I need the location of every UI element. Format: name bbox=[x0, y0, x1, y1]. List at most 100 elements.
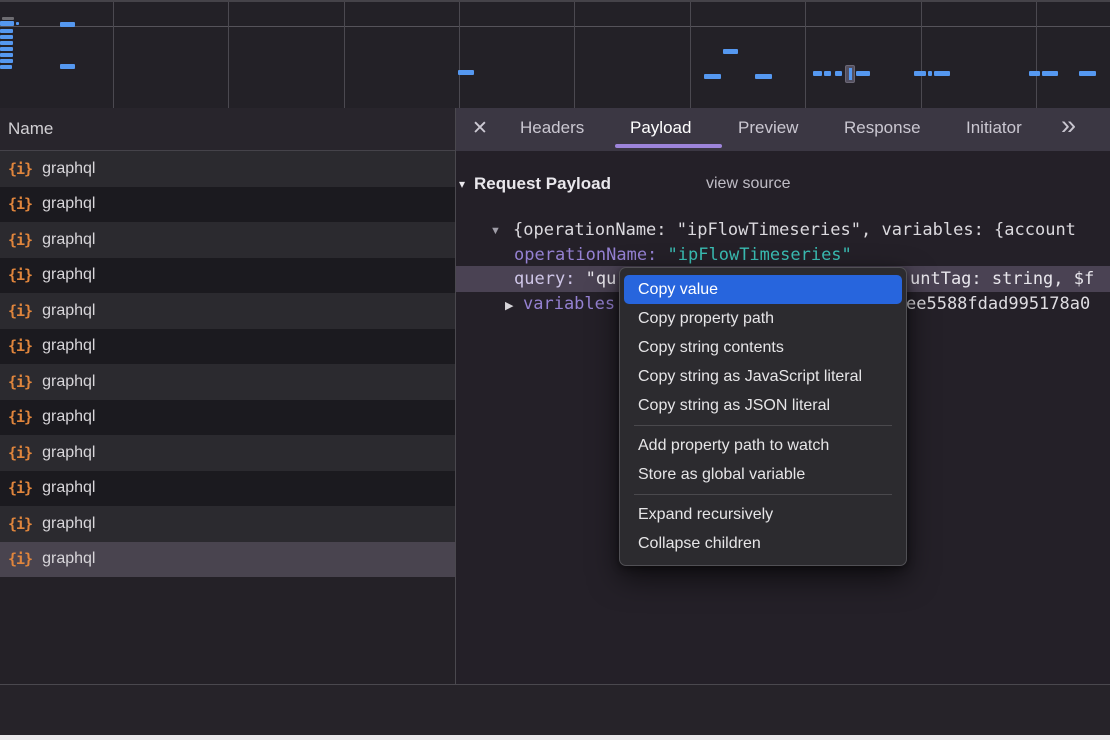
request-list: {i} graphql {i} graphql {i} graphql {i} graphql… bbox=[0, 151, 455, 577]
timeline-bar bbox=[60, 22, 75, 27]
property-value-left: "qu bbox=[586, 269, 617, 289]
timeline-bar bbox=[928, 71, 932, 76]
payload-root-preview: {operationName: "ipFlowTimeseries", vari… bbox=[513, 220, 1110, 240]
overview-gridline bbox=[921, 2, 922, 110]
timeline-bar bbox=[2, 17, 14, 20]
timeline-bar bbox=[755, 74, 772, 79]
menu-item-add-property-path-to-watch[interactable]: Add property path to watch bbox=[624, 431, 902, 460]
context-menu: Copy valueCopy property pathCopy string … bbox=[619, 267, 907, 566]
timeline-bar bbox=[835, 71, 842, 76]
overview-gridline bbox=[228, 2, 229, 110]
timeline-bar bbox=[1042, 71, 1058, 76]
request-name-label: graphql bbox=[42, 550, 95, 568]
json-file-icon: {i} bbox=[8, 373, 32, 391]
menu-item-copy-string-contents[interactable]: Copy string contents bbox=[624, 333, 902, 362]
timeline-bar bbox=[16, 22, 19, 25]
close-icon[interactable]: ✕ bbox=[472, 117, 488, 140]
tab-headers[interactable]: Headers bbox=[520, 118, 584, 138]
timeline-bar bbox=[914, 71, 926, 76]
overview-gridline bbox=[805, 2, 806, 110]
view-source-link[interactable]: view source bbox=[706, 175, 790, 193]
request-name-label: graphql bbox=[42, 373, 95, 391]
active-tab-underline bbox=[615, 144, 722, 148]
json-file-icon: {i} bbox=[8, 444, 32, 462]
menu-item-store-as-global-variable[interactable]: Store as global variable bbox=[624, 460, 902, 489]
timeline-bar bbox=[934, 71, 950, 76]
timeline-bar bbox=[723, 49, 738, 54]
property-value-right: ee5588fdad995178a0 bbox=[906, 294, 1090, 314]
request-row[interactable]: {i}graphql bbox=[0, 258, 455, 294]
request-row[interactable]: {i} graphql bbox=[0, 329, 455, 365]
tab-preview[interactable]: Preview bbox=[738, 118, 798, 138]
menu-item-copy-string-as-javascript-literal[interactable]: Copy string as JavaScript literal bbox=[624, 362, 902, 391]
menu-item-copy-string-as-json-literal[interactable]: Copy string as JSON literal bbox=[624, 391, 902, 420]
summary-footer bbox=[0, 685, 1110, 735]
property-key: query: bbox=[514, 269, 575, 289]
json-file-icon: {i} bbox=[8, 231, 32, 249]
overview-gridline bbox=[574, 2, 575, 110]
collapse-triangle-icon[interactable]: ▼ bbox=[490, 225, 501, 237]
overview-marker-bar bbox=[849, 68, 852, 80]
window-bottom-edge bbox=[0, 735, 1110, 740]
request-name-label: graphql bbox=[42, 408, 95, 426]
request-row[interactable]: {i} graphql bbox=[0, 471, 455, 507]
menu-item-expand-recursively[interactable]: Expand recursively bbox=[624, 500, 902, 529]
property-value: "ipFlowTimeseries" bbox=[668, 245, 852, 265]
expand-triangle-icon[interactable]: ▶ bbox=[505, 299, 513, 312]
menu-item-copy-value[interactable]: Copy value bbox=[624, 275, 902, 304]
request-payload-section-header[interactable]: ▾ Request Payload view source bbox=[456, 173, 1110, 197]
request-row[interactable]: {i}graphql bbox=[0, 293, 455, 329]
request-name-label: graphql bbox=[42, 515, 95, 533]
menu-divider bbox=[634, 494, 892, 495]
menu-item-copy-property-path[interactable]: Copy property path bbox=[624, 304, 902, 333]
detail-tab-bar: ✕ Headers Payload Preview Response Initiator… bbox=[456, 108, 1110, 151]
json-file-icon: {i} bbox=[8, 302, 32, 320]
json-file-icon: {i} bbox=[8, 515, 32, 533]
property-key: variables bbox=[523, 294, 615, 314]
timeline-bar bbox=[0, 59, 13, 63]
more-tabs-icon[interactable]: » bbox=[1061, 110, 1076, 141]
json-file-icon: {i} bbox=[8, 160, 32, 178]
timeline-bar bbox=[60, 64, 75, 69]
menu-item-collapse-children[interactable]: Collapse children bbox=[624, 529, 902, 558]
request-name-label: graphql bbox=[42, 337, 95, 355]
timeline-bar bbox=[0, 47, 13, 51]
overview-gridline bbox=[690, 2, 691, 110]
payload-root-row[interactable]: ▼ {operationName: "ipFlowTimeseries", va… bbox=[456, 218, 1110, 243]
timeline-bar bbox=[0, 41, 13, 45]
json-file-icon: {i} bbox=[8, 266, 32, 284]
request-row-selected[interactable]: {i}graphql bbox=[0, 542, 455, 578]
request-row[interactable]: {i} graphql bbox=[0, 400, 455, 436]
name-column-label: Name bbox=[8, 119, 53, 139]
overview-gridline bbox=[113, 2, 114, 110]
menu-divider bbox=[634, 425, 892, 426]
request-row[interactable]: {i}graphql bbox=[0, 435, 455, 471]
overview-selected-request-marker bbox=[845, 65, 855, 83]
request-row[interactable]: {i} graphql bbox=[0, 364, 455, 400]
tab-payload[interactable]: Payload bbox=[630, 118, 691, 138]
overview-gridline bbox=[344, 2, 345, 110]
request-row[interactable]: {i}graphql bbox=[0, 187, 455, 223]
request-row[interactable]: {i}graphql bbox=[0, 222, 455, 258]
timeline-bar bbox=[824, 71, 831, 76]
tab-response[interactable]: Response bbox=[844, 118, 921, 138]
timeline-bar bbox=[1079, 71, 1096, 76]
timeline-bar bbox=[458, 70, 474, 75]
network-overview-timeline[interactable] bbox=[0, 0, 1110, 108]
timeline-bar bbox=[0, 65, 12, 69]
timeline-bar bbox=[0, 21, 14, 26]
section-collapse-icon[interactable]: ▾ bbox=[459, 177, 465, 191]
timeline-bar bbox=[0, 35, 13, 39]
payload-property-row[interactable]: operationName: "ipFlowTimeseries" bbox=[456, 243, 1110, 268]
tab-initiator[interactable]: Initiator bbox=[966, 118, 1022, 138]
timeline-bar bbox=[0, 53, 13, 57]
request-row[interactable]: {i} graphql bbox=[0, 506, 455, 542]
section-title: Request Payload bbox=[474, 174, 611, 194]
request-row[interactable]: {i}graphql bbox=[0, 151, 455, 187]
json-file-icon: {i} bbox=[8, 337, 32, 355]
request-name-label: graphql bbox=[42, 479, 95, 497]
json-file-icon: {i} bbox=[8, 195, 32, 213]
name-column-header[interactable]: Name bbox=[0, 108, 455, 151]
json-file-icon: {i} bbox=[8, 479, 32, 497]
json-file-icon: {i} bbox=[8, 408, 32, 426]
